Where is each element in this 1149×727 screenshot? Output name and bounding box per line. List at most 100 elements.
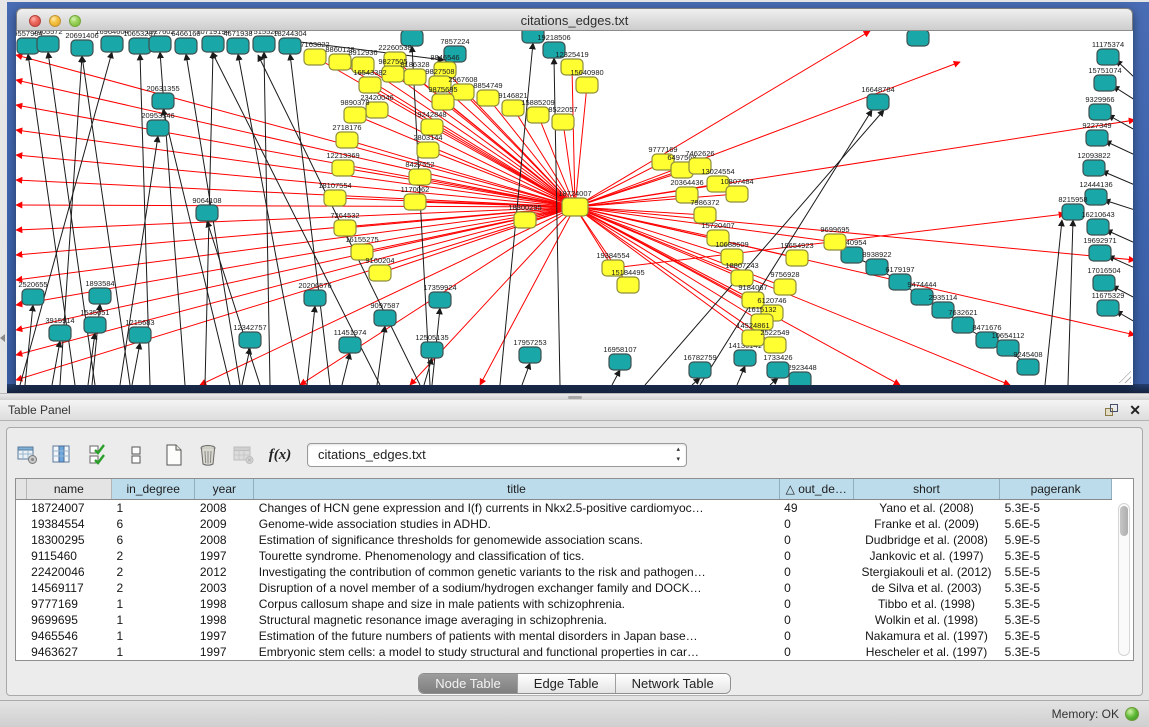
cell-short[interactable]: de Silva et al. (2003) — [853, 580, 999, 596]
cell-short[interactable]: Tibbo et al. (1998) — [853, 596, 999, 612]
cell-name[interactable]: 14569117 — [26, 580, 111, 596]
cell-out_degree[interactable]: 0 — [779, 564, 853, 580]
graph-edge[interactable] — [16, 207, 575, 255]
graph-edge[interactable] — [16, 130, 575, 207]
cell-title[interactable]: Tourette syndrome. Phenomenology and cla… — [254, 548, 779, 564]
graph-node[interactable]: 9064108 — [192, 196, 221, 221]
cell-pagerank[interactable]: 5.3E-5 — [1000, 612, 1112, 628]
cell-year[interactable]: 2012 — [195, 564, 254, 580]
cell-name[interactable]: 22420046 — [26, 564, 111, 580]
cell-title[interactable]: Estimation of significance thresholds fo… — [254, 532, 779, 548]
graph-node[interactable]: 9329966 — [1085, 95, 1114, 120]
graph-node[interactable]: 20206576 — [298, 281, 331, 306]
graph-node[interactable]: 18724007 — [558, 189, 591, 216]
cell-in_degree[interactable]: 1 — [112, 612, 195, 628]
cell-name[interactable]: 18300295 — [26, 532, 111, 548]
graph-node[interactable]: 17359924 — [423, 283, 456, 308]
cell-short[interactable]: Franke et al. (2009) — [853, 516, 999, 532]
graph-node[interactable]: 1527602 — [145, 31, 174, 52]
graph-node[interactable]: 18133044 — [901, 31, 934, 46]
graph-node[interactable]: 12505135 — [415, 333, 448, 358]
cell-short[interactable]: Jankovic et al. (1997) — [853, 548, 999, 564]
new-table-icon[interactable] — [161, 442, 187, 468]
graph-node[interactable]: 1733426 — [763, 353, 792, 378]
cell-year[interactable]: 2003 — [195, 580, 254, 596]
graph-node[interactable]: 16543382 — [353, 68, 386, 93]
table-row[interactable]: 977716911998Corpus callosum shape and si… — [16, 596, 1112, 612]
graph-edge[interactable] — [522, 363, 530, 385]
cell-pagerank[interactable]: 5.3E-5 — [1000, 548, 1112, 564]
cell-short[interactable]: Hescheler et al. (1997) — [853, 644, 999, 660]
graph-edge[interactable] — [692, 378, 700, 385]
cell-pagerank[interactable]: 5.3E-5 — [1000, 644, 1112, 660]
cell-title[interactable]: Embryonic stem cells: a model to study s… — [254, 644, 779, 660]
cell-name[interactable]: 9699695 — [26, 612, 111, 628]
float-panel-icon[interactable] — [1104, 403, 1119, 418]
cell-year[interactable]: 1997 — [195, 628, 254, 644]
graph-node[interactable]: 17957253 — [513, 338, 546, 363]
cell-in_degree[interactable]: 1 — [112, 644, 195, 660]
graph-node[interactable]: 9890378 — [340, 98, 369, 123]
network-canvas[interactable]: 9557904140557220691406169646041065328715… — [16, 31, 1133, 385]
column-header-name[interactable]: name — [26, 479, 111, 499]
cell-short[interactable]: Yano et al. (2008) — [853, 499, 999, 516]
table-scrollbar-thumb[interactable] — [1120, 506, 1128, 536]
select-column-icon[interactable] — [49, 442, 75, 468]
graph-edge[interactable] — [132, 343, 140, 385]
graph-node[interactable]: 9699695 — [820, 225, 849, 250]
cell-in_degree[interactable]: 2 — [112, 548, 195, 564]
graph-node[interactable]: 2520655 — [18, 280, 47, 305]
cell-year[interactable]: 1997 — [195, 644, 254, 660]
graph-edge[interactable] — [1045, 220, 1062, 385]
graph-edge[interactable] — [1068, 220, 1073, 385]
close-panel-icon[interactable]: ✕ — [1129, 402, 1141, 418]
cell-out_degree[interactable]: 0 — [779, 628, 853, 644]
cell-name[interactable]: 9463627 — [26, 644, 111, 660]
graph-node[interactable]: 9756928 — [770, 270, 799, 295]
graph-node[interactable]: 8427552 — [405, 160, 434, 185]
graph-node[interactable]: 1535051 — [80, 308, 109, 333]
tab-network-table[interactable]: Network Table — [616, 674, 730, 693]
panel-splitter[interactable] — [0, 393, 1149, 400]
cell-title[interactable]: Structural magnetic resonance image aver… — [254, 612, 779, 628]
cell-pagerank[interactable]: 5.3E-5 — [1000, 596, 1112, 612]
graph-edge[interactable] — [575, 62, 960, 207]
table-row[interactable]: 911546021997Tourette syndrome. Phenomeno… — [16, 548, 1112, 564]
graph-node[interactable]: 16958107 — [603, 345, 636, 370]
cell-year[interactable]: 1998 — [195, 596, 254, 612]
cell-short[interactable]: Dudbridge et al. (2008) — [853, 532, 999, 548]
cell-name[interactable]: 9465546 — [26, 628, 111, 644]
graph-node[interactable]: 1215683 — [125, 318, 154, 343]
cell-out_degree[interactable]: 0 — [779, 548, 853, 564]
graph-edge[interactable] — [342, 353, 350, 385]
graph-node[interactable]: 9227349 — [1082, 121, 1111, 146]
cell-pagerank[interactable]: 5.3E-5 — [1000, 580, 1112, 596]
graph-node[interactable]: 15640980 — [570, 68, 603, 93]
graph-node[interactable]: 7986372 — [690, 198, 719, 223]
graph-edge[interactable] — [355, 115, 575, 207]
graph-edge[interactable] — [307, 306, 315, 385]
cell-in_degree[interactable]: 6 — [112, 532, 195, 548]
column-header-year[interactable]: year — [195, 479, 254, 499]
graph-node[interactable]: 19654923 — [780, 241, 813, 266]
graph-edge[interactable] — [1104, 200, 1133, 210]
cell-title[interactable]: Estimation of the future numbers of pati… — [254, 628, 779, 644]
graph-edge[interactable] — [575, 207, 1133, 335]
graph-node[interactable]: 9160204 — [365, 256, 394, 281]
cell-out_degree[interactable]: 49 — [779, 499, 853, 516]
cell-name[interactable]: 9777169 — [26, 596, 111, 612]
graph-node[interactable]: 20631355 — [146, 84, 179, 109]
cell-out_degree[interactable]: 0 — [779, 532, 853, 548]
table-scrollbar[interactable] — [1118, 503, 1130, 656]
cell-short[interactable]: Nakamura et al. (1997) — [853, 628, 999, 644]
cell-pagerank[interactable]: 5.3E-5 — [1000, 499, 1112, 516]
graph-node[interactable]: 9875685 — [428, 85, 457, 110]
cell-short[interactable]: Stergiakouli et al. (2012) — [853, 564, 999, 580]
graph-edge[interactable] — [770, 378, 778, 385]
graph-edge[interactable] — [737, 366, 745, 385]
graph-node[interactable]: 7264532 — [330, 211, 359, 236]
cell-pagerank[interactable]: 5.5E-5 — [1000, 564, 1112, 580]
network-graph[interactable]: 9557904140557220691406169646041065328715… — [16, 31, 1133, 385]
delete-table-icon[interactable] — [195, 442, 221, 468]
cell-in_degree[interactable]: 1 — [112, 628, 195, 644]
